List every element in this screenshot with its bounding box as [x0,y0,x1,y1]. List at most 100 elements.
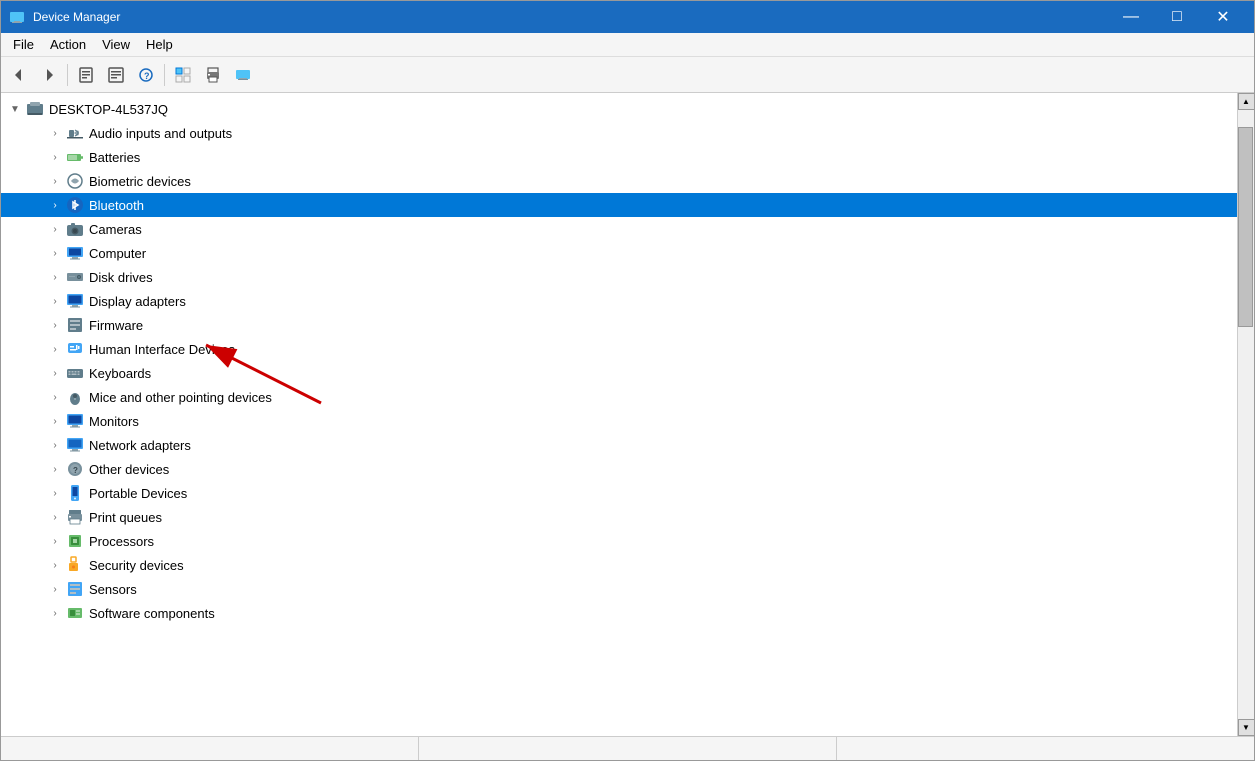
show-hidden-button[interactable] [169,61,197,89]
tree-item-monitors[interactable]: › Monitors [1,409,1237,433]
software-expand-icon[interactable]: › [45,603,65,623]
back-icon [11,67,27,83]
mice-expand-icon[interactable]: › [45,387,65,407]
biometric-expand-icon[interactable]: › [45,171,65,191]
monitors-expand-icon[interactable]: › [45,411,65,431]
menu-help[interactable]: Help [138,35,181,54]
security-label: Security devices [89,558,184,573]
root-expand-icon[interactable]: ▼ [5,99,25,119]
tree-item-audio[interactable]: › Audio inputs and outputs [1,121,1237,145]
scroll-down-button[interactable]: ▼ [1238,719,1255,736]
print-expand-icon[interactable]: › [45,507,65,527]
hid-expand-icon[interactable]: › [45,339,65,359]
tree-item-print[interactable]: › Print queues [1,505,1237,529]
network-expand-icon[interactable]: › [45,435,65,455]
other-expand-icon[interactable]: › [45,459,65,479]
biometric-icon [65,171,85,191]
content-area: ▼ DESKTOP-4L537JQ › [1,93,1254,736]
tree-item-computer[interactable]: › Computer [1,241,1237,265]
tree-item-hid[interactable]: › Human Interface Devices [1,337,1237,361]
properties-button[interactable] [72,61,100,89]
tree-item-batteries[interactable]: › Batteries [1,145,1237,169]
help-button[interactable]: ? [132,61,160,89]
network-label: Network adapters [89,438,191,453]
processors-label: Processors [89,534,154,549]
tree-root[interactable]: ▼ DESKTOP-4L537JQ [1,97,1237,121]
close-button[interactable]: ✕ [1200,1,1246,33]
tree-item-display[interactable]: › Display adapters [1,289,1237,313]
tree-item-software[interactable]: › Software components [1,601,1237,625]
forward-button[interactable] [35,61,63,89]
audio-label: Audio inputs and outputs [89,126,232,141]
tree-item-other[interactable]: › ? Other devices [1,457,1237,481]
portable-label: Portable Devices [89,486,187,501]
firmware-expand-icon[interactable]: › [45,315,65,335]
monitors-label: Monitors [89,414,139,429]
batteries-icon [65,147,85,167]
title-bar: Device Manager — □ ✕ [1,1,1254,33]
back-button[interactable] [5,61,33,89]
tree-item-biometric[interactable]: › Biometric devices [1,169,1237,193]
cameras-expand-icon[interactable]: › [45,219,65,239]
tree-item-keyboards[interactable]: › Keyboards [1,361,1237,385]
show-hidden-icon [175,67,191,83]
forward-icon [41,67,57,83]
hid-icon [65,339,85,359]
computer-label: Computer [89,246,146,261]
print-icon [205,67,221,83]
maximize-button[interactable]: □ [1154,1,1200,33]
status-section-3 [837,737,1254,760]
audio-expand-icon[interactable]: › [45,123,65,143]
tree-item-cameras[interactable]: › Cameras [1,217,1237,241]
security-expand-icon[interactable]: › [45,555,65,575]
scroll-up-button[interactable]: ▲ [1238,93,1255,110]
computer-expand-icon[interactable]: › [45,243,65,263]
tree-panel[interactable]: ▼ DESKTOP-4L537JQ › [1,93,1237,736]
window-title: Device Manager [33,10,1108,24]
tree-item-security[interactable]: › Security devices [1,553,1237,577]
help-icon: ? [138,67,154,83]
firmware-label: Firmware [89,318,143,333]
sensors-expand-icon[interactable]: › [45,579,65,599]
display-icon [65,291,85,311]
cameras-label: Cameras [89,222,142,237]
cameras-icon [65,219,85,239]
properties-icon [78,67,94,83]
scan-button[interactable] [229,61,257,89]
tree-item-processors[interactable]: › Processors [1,529,1237,553]
minimize-button[interactable]: — [1108,1,1154,33]
portable-expand-icon[interactable]: › [45,483,65,503]
tree-item-firmware[interactable]: › Firmware [1,313,1237,337]
status-bar [1,736,1254,760]
menu-file[interactable]: File [5,35,42,54]
svg-text:?: ? [73,466,78,475]
batteries-expand-icon[interactable]: › [45,147,65,167]
security-icon [65,555,85,575]
menu-view[interactable]: View [94,35,138,54]
tree-item-sensors[interactable]: › Sensors [1,577,1237,601]
status-section-2 [419,737,837,760]
tree-item-bluetooth[interactable]: › Bluetooth [1,193,1237,217]
print-queue-icon [65,507,85,527]
monitors-icon [65,411,85,431]
tree-item-mice[interactable]: › Mice and other pointing devices [1,385,1237,409]
processors-expand-icon[interactable]: › [45,531,65,551]
print-button[interactable] [199,61,227,89]
bluetooth-expand-icon[interactable]: › [45,195,65,215]
disk-label: Disk drives [89,270,153,285]
update-driver-button[interactable] [102,61,130,89]
tree-item-portable[interactable]: › Portable Devices [1,481,1237,505]
disk-expand-icon[interactable]: › [45,267,65,287]
bluetooth-icon [65,195,85,215]
tree-item-network[interactable]: › Network adapters [1,433,1237,457]
other-label: Other devices [89,462,169,477]
display-expand-icon[interactable]: › [45,291,65,311]
svg-text:?: ? [144,71,150,81]
disk-icon [65,267,85,287]
tree-item-disk[interactable]: › Disk drives [1,265,1237,289]
scrollbar[interactable]: ▲ ▼ [1237,93,1254,736]
keyboards-expand-icon[interactable]: › [45,363,65,383]
scrollbar-thumb[interactable] [1238,127,1253,327]
toolbar: ? [1,57,1254,93]
menu-action[interactable]: Action [42,35,94,54]
